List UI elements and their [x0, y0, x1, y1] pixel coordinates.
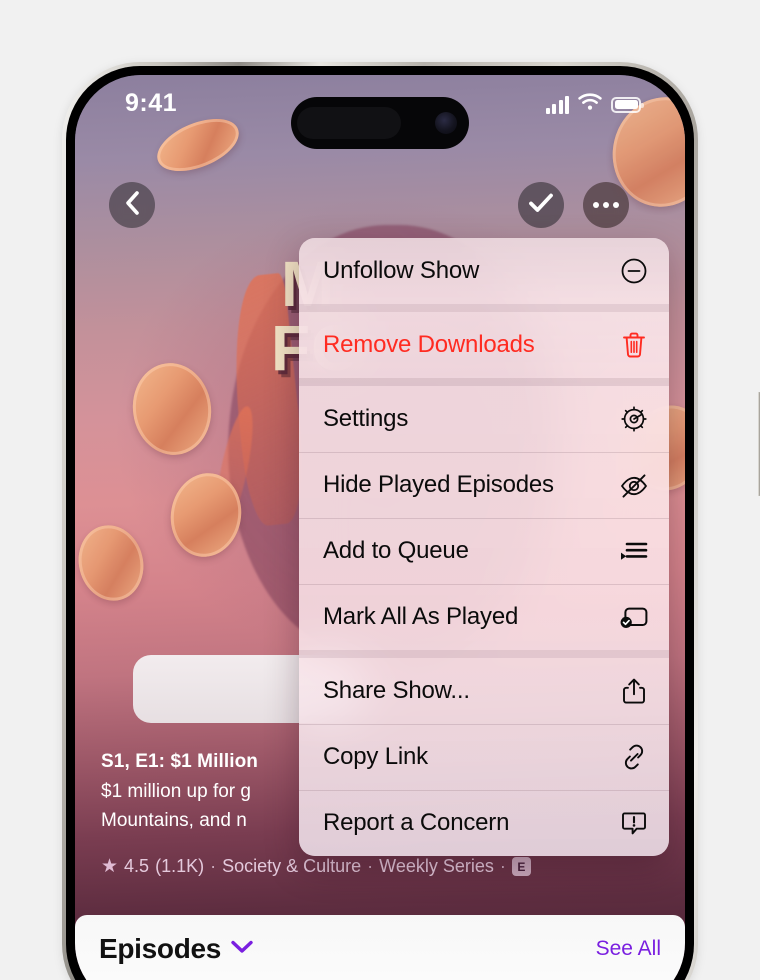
exclamation-bubble-icon: [619, 808, 649, 838]
show-frequency: Weekly Series: [379, 856, 494, 876]
menu-item-label: Add to Queue: [323, 537, 469, 564]
menu-item-remove-downloads[interactable]: Remove Downloads: [299, 312, 669, 378]
artwork-coin: [126, 358, 218, 460]
meta-separator: ·: [367, 856, 374, 876]
trash-icon: [619, 330, 649, 360]
page-canvas: M FO S1, E1: $1 Million $1 million up fo…: [0, 0, 760, 980]
context-menu: Unfollow Show Remove Downloads Settings …: [299, 238, 669, 856]
link-icon: [619, 742, 649, 772]
menu-item-label: Report a Concern: [323, 809, 510, 836]
episodes-title: Episodes: [99, 933, 222, 964]
followed-button[interactable]: [518, 182, 564, 228]
device-screen: M FO S1, E1: $1 Million $1 million up fo…: [75, 75, 685, 980]
menu-item-unfollow-show[interactable]: Unfollow Show: [299, 238, 669, 304]
share-icon: [619, 676, 649, 706]
eye-slash-icon: [619, 470, 649, 500]
add-to-queue-icon: [619, 536, 649, 566]
back-button[interactable]: [109, 182, 155, 228]
menu-item-copy-link[interactable]: Copy Link: [299, 724, 669, 790]
menu-group: Unfollow Show: [299, 238, 669, 304]
see-all-link[interactable]: See All: [596, 937, 661, 961]
show-category: Society & Culture: [222, 856, 362, 876]
menu-group-separator: [299, 304, 669, 312]
meta-separator: ·: [499, 856, 506, 876]
earpiece-speaker: [297, 107, 401, 139]
show-rating: 4.5: [124, 856, 150, 876]
front-camera-icon: [435, 112, 457, 134]
menu-group-separator: [299, 378, 669, 386]
menu-item-label: Settings: [323, 405, 409, 432]
battery-icon: [611, 96, 644, 113]
mark-played-icon: [619, 602, 649, 632]
menu-item-label: Share Show...: [323, 677, 470, 704]
menu-group-separator: [299, 650, 669, 658]
device-bezel: M FO S1, E1: $1 Million $1 million up fo…: [66, 66, 694, 980]
minus-circle-icon: [619, 256, 649, 286]
status-bar-indicators: [545, 93, 644, 116]
episodes-title-group[interactable]: Episodes: [99, 933, 253, 965]
artwork-coin: [75, 518, 152, 608]
explicit-badge: E: [511, 857, 531, 876]
star-icon: ★: [101, 856, 119, 877]
dynamic-island: [291, 97, 469, 149]
show-metadata-row: ★ 4.5 (1.1K) · Society & Culture · Weekl…: [101, 855, 531, 878]
status-bar-clock: 9:41: [125, 89, 178, 117]
menu-item-label: Hide Played Episodes: [323, 471, 554, 498]
signal-bars-icon: [545, 95, 569, 114]
ellipsis-icon: [593, 202, 619, 208]
meta-separator: ·: [210, 856, 217, 876]
menu-group: Settings Hide Played Episodes Add to Que…: [299, 386, 669, 650]
menu-item-label: Copy Link: [323, 743, 428, 770]
menu-item-label: Mark All As Played: [323, 603, 519, 630]
status-bar: 9:41: [75, 75, 685, 149]
show-rating-count: (1.1K): [155, 856, 205, 876]
menu-item-label: Remove Downloads: [323, 331, 535, 358]
menu-item-report-a-concern[interactable]: Report a Concern: [299, 790, 669, 856]
menu-item-hide-played-episodes[interactable]: Hide Played Episodes: [299, 452, 669, 518]
gear-icon: [619, 404, 649, 434]
checkmark-icon: [528, 192, 554, 219]
episodes-section: Episodes See All: [75, 915, 685, 980]
menu-item-add-to-queue[interactable]: Add to Queue: [299, 518, 669, 584]
menu-item-share-show[interactable]: Share Show...: [299, 658, 669, 724]
menu-group: Remove Downloads: [299, 312, 669, 378]
menu-item-label: Unfollow Show: [323, 257, 480, 284]
episodes-header: Episodes See All: [75, 915, 685, 965]
iphone-device-frame: M FO S1, E1: $1 Million $1 million up fo…: [62, 62, 760, 980]
wifi-icon: [578, 93, 602, 116]
menu-item-settings[interactable]: Settings: [299, 386, 669, 452]
chevron-down-icon[interactable]: [231, 940, 253, 959]
more-options-button[interactable]: [583, 182, 629, 228]
chevron-left-icon: [124, 190, 141, 221]
menu-group: Share Show... Copy Link Report a Concern: [299, 658, 669, 856]
menu-item-mark-all-as-played[interactable]: Mark All As Played: [299, 584, 669, 650]
